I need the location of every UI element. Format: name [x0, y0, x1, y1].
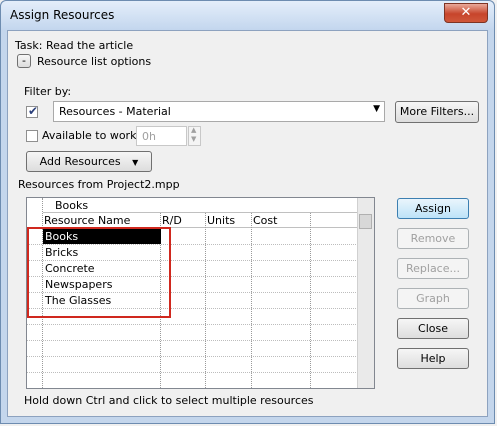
- column-header-resource-name[interactable]: Resource Name: [44, 214, 130, 227]
- column-header-units[interactable]: Units: [207, 214, 235, 227]
- more-filters-button[interactable]: More Filters...: [395, 101, 479, 123]
- row-divider: [27, 356, 374, 357]
- available-hours-field[interactable]: 0h: [136, 126, 187, 146]
- selection-hint: Hold down Ctrl and click to select multi…: [24, 394, 314, 407]
- task-label: Task: Read the article: [15, 39, 134, 52]
- graph-button[interactable]: Graph: [397, 288, 469, 309]
- available-hours-value: 0h: [142, 130, 156, 143]
- spin-down-icon: ▼: [191, 135, 197, 143]
- remove-button[interactable]: Remove: [397, 228, 469, 249]
- row-divider: [27, 372, 374, 373]
- filter-label: Filter by:: [24, 85, 72, 98]
- filter-checkbox[interactable]: ✔: [26, 104, 39, 118]
- column-divider: [251, 213, 252, 388]
- annotation-highlight-box: [27, 227, 171, 318]
- dialog-body: Task: Read the article - Resource list o…: [7, 30, 488, 417]
- row-divider: [27, 324, 374, 325]
- dropdown-arrow-icon: ▼: [132, 158, 139, 167]
- filter-dropdown[interactable]: Resources - Material ▼: [53, 101, 385, 122]
- grid-scrollbar[interactable]: [357, 198, 374, 388]
- close-window-button[interactable]: ✕: [444, 3, 488, 23]
- replace-button[interactable]: Replace...: [397, 258, 469, 279]
- resource-options-toggle-button[interactable]: -: [17, 54, 31, 68]
- available-to-work-checkbox[interactable]: [26, 130, 38, 142]
- collapse-icon: -: [22, 54, 26, 67]
- grid-header-row: Resource Name R/D Units Cost: [27, 213, 358, 228]
- chevron-down-icon: ▼: [373, 104, 380, 114]
- checkmark-icon: ✔: [28, 104, 39, 118]
- dialog-window: Assign Resources ✕ Task: Read the articl…: [0, 0, 495, 424]
- scrollbar-thumb[interactable]: [359, 214, 372, 229]
- row-divider: [27, 340, 374, 341]
- title-bar[interactable]: Assign Resources ✕: [1, 1, 494, 30]
- hours-spinner[interactable]: ▲ ▼: [188, 126, 201, 146]
- add-resources-label: Add Resources: [39, 155, 121, 168]
- add-resources-button[interactable]: Add Resources ▼: [26, 151, 152, 172]
- assign-button[interactable]: Assign: [397, 198, 469, 219]
- help-button[interactable]: Help: [397, 348, 469, 369]
- grid-edit-value: Books: [55, 199, 89, 212]
- column-header-rd[interactable]: R/D: [162, 214, 182, 227]
- column-header-cost[interactable]: Cost: [253, 214, 277, 227]
- window-title: Assign Resources: [10, 8, 115, 22]
- column-divider: [310, 213, 311, 388]
- resources-source-label: Resources from Project2.mpp: [18, 178, 180, 191]
- filter-value: Resources - Material: [59, 105, 171, 118]
- column-divider: [205, 213, 206, 388]
- close-button[interactable]: Close: [397, 318, 469, 339]
- spin-up-icon: ▲: [191, 126, 197, 134]
- available-to-work-label: Available to work: [42, 129, 137, 142]
- close-icon: ✕: [460, 5, 472, 20]
- resource-options-label: Resource list options: [37, 55, 152, 68]
- grid-edit-bar[interactable]: Books: [43, 198, 358, 213]
